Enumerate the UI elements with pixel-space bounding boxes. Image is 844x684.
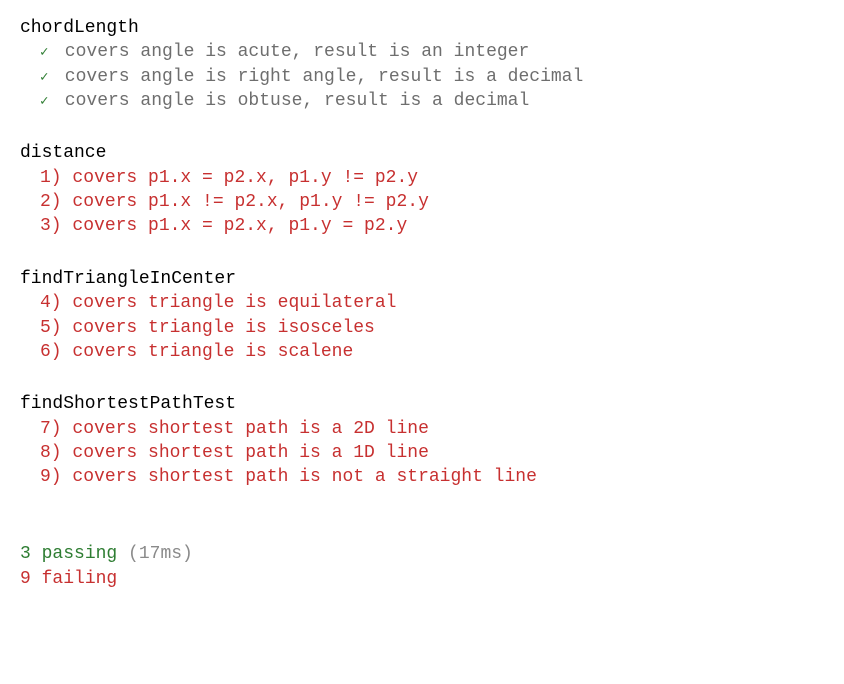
- blank-line: [20, 239, 824, 263]
- suite-title: distance: [20, 141, 824, 165]
- blank-line: [20, 514, 824, 538]
- test-fail-line: 1) covers p1.x = p2.x, p1.y != p2.y: [20, 166, 824, 190]
- fail-number: 7): [40, 419, 62, 439]
- test-description: covers p1.x = p2.x, p1.y = p2.y: [62, 216, 408, 236]
- check-icon: ✓: [40, 69, 54, 88]
- blank-line: [20, 113, 824, 137]
- test-description: covers triangle is equilateral: [62, 293, 397, 313]
- suite-title: chordLength: [20, 16, 824, 40]
- test-fail-line: 5) covers triangle is isosceles: [20, 316, 824, 340]
- summary-passing: 3 passing (17ms): [20, 542, 824, 566]
- blank-line: [20, 490, 824, 514]
- test-fail-line: 4) covers triangle is equilateral: [20, 291, 824, 315]
- passing-count: 3: [20, 544, 31, 564]
- test-fail-line: 2) covers p1.x != p2.x, p1.y != p2.y: [20, 190, 824, 214]
- passing-label: passing: [31, 544, 117, 564]
- suite-title: findTriangleInCenter: [20, 267, 824, 291]
- test-description: covers angle is acute, result is an inte…: [54, 42, 529, 62]
- test-fail-line: 8) covers shortest path is a 1D line: [20, 441, 824, 465]
- test-description: covers angle is right angle, result is a…: [54, 67, 583, 87]
- summary-time: (17ms): [117, 544, 193, 564]
- test-description: covers shortest path is a 2D line: [62, 419, 429, 439]
- fail-number: 9): [40, 467, 62, 487]
- test-fail-line: 6) covers triangle is scalene: [20, 340, 824, 364]
- check-icon: ✓: [40, 93, 54, 112]
- fail-number: 5): [40, 318, 62, 338]
- test-description: covers shortest path is a 1D line: [62, 443, 429, 463]
- test-pass-line: ✓ covers angle is right angle, result is…: [20, 65, 824, 89]
- summary-failing: 9 failing: [20, 567, 824, 591]
- test-pass-line: ✓ covers angle is acute, result is an in…: [20, 40, 824, 64]
- test-description: covers p1.x = p2.x, p1.y != p2.y: [62, 168, 418, 188]
- fail-number: 3): [40, 216, 62, 236]
- fail-number: 2): [40, 192, 62, 212]
- failing-count: 9: [20, 569, 31, 589]
- fail-number: 6): [40, 342, 62, 362]
- fail-number: 4): [40, 293, 62, 313]
- test-description: covers shortest path is not a straight l…: [62, 467, 537, 487]
- test-fail-line: 9) covers shortest path is not a straigh…: [20, 465, 824, 489]
- fail-number: 8): [40, 443, 62, 463]
- blank-line: [20, 364, 824, 388]
- suite-title: findShortestPathTest: [20, 392, 824, 416]
- test-output: chordLength✓ covers angle is acute, resu…: [20, 16, 824, 591]
- test-fail-line: 3) covers p1.x = p2.x, p1.y = p2.y: [20, 214, 824, 238]
- fail-number: 1): [40, 168, 62, 188]
- test-fail-line: 7) covers shortest path is a 2D line: [20, 417, 824, 441]
- failing-label: failing: [31, 569, 117, 589]
- test-pass-line: ✓ covers angle is obtuse, result is a de…: [20, 89, 824, 113]
- test-description: covers triangle is scalene: [62, 342, 354, 362]
- test-description: covers angle is obtuse, result is a deci…: [54, 91, 529, 111]
- check-icon: ✓: [40, 44, 54, 63]
- test-description: covers p1.x != p2.x, p1.y != p2.y: [62, 192, 429, 212]
- test-description: covers triangle is isosceles: [62, 318, 375, 338]
